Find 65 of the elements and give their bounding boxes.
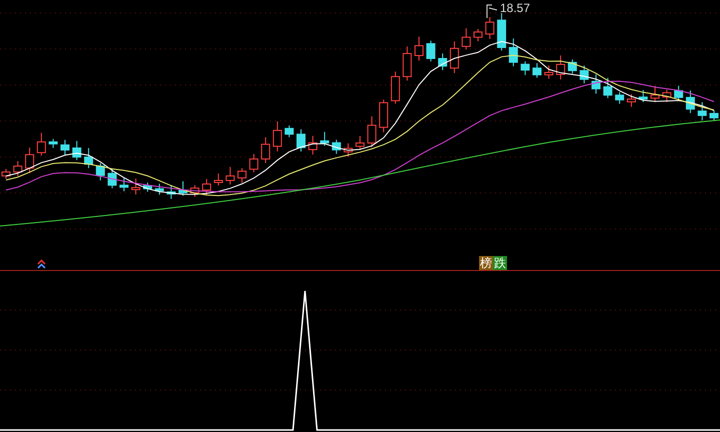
candlestick: [615, 92, 624, 104]
candlestick: [402, 46, 412, 82]
candlestick: [568, 58, 577, 74]
candlestick: [143, 182, 152, 192]
candlestick: [626, 94, 636, 108]
candlestick: [190, 184, 200, 198]
candlestick: [249, 154, 258, 173]
candlestick: [48, 138, 58, 148]
candlestick: [638, 90, 648, 103]
candlestick: [532, 62, 542, 78]
candlestick: [154, 183, 164, 196]
candlestick: [356, 136, 364, 150]
candlestick: [485, 16, 494, 40]
candlestick: [344, 142, 353, 158]
candlestick: [450, 40, 459, 74]
candlestick: [308, 135, 318, 156]
candlestick: [238, 168, 246, 184]
candlestick: [438, 53, 448, 71]
candlestick: [296, 128, 306, 152]
candlestick: [13, 160, 22, 176]
candlestick: [202, 178, 212, 196]
candlestick: [284, 124, 294, 138]
signal-tag: 跌: [493, 256, 507, 270]
double-chevron-up-icon: [37, 259, 46, 269]
high-marker-line: [486, 4, 498, 18]
candlestick: [84, 148, 94, 169]
candlestick: [108, 168, 117, 189]
candlestick: [698, 102, 707, 121]
candlestick: [414, 36, 424, 62]
candlestick: [25, 147, 34, 174]
candlestick: [674, 85, 684, 101]
candlestick: [178, 180, 188, 196]
candlestick: [662, 89, 672, 102]
candlestick: [60, 139, 70, 156]
candlestick: [320, 131, 330, 146]
candlestick: [367, 116, 376, 148]
candlestick: [650, 86, 660, 103]
candlestick: [603, 77, 612, 99]
candlestick: [580, 65, 589, 84]
candlestick: [272, 120, 282, 152]
candlestick: [508, 38, 518, 67]
candlestick: [710, 110, 718, 122]
candlestick: [226, 166, 235, 185]
candlestick: [166, 184, 176, 200]
candlestick: [592, 74, 600, 94]
candlestick: [520, 60, 530, 76]
candlestick: [556, 54, 566, 80]
candlestick: [474, 28, 482, 42]
candlestick: [426, 40, 436, 62]
candlestick: [36, 132, 46, 156]
candlestick: [332, 139, 341, 154]
candlestick: [120, 178, 128, 192]
candlestick: [497, 12, 506, 52]
candlestick: [390, 71, 400, 104]
high-price-label: 18.57: [500, 1, 530, 15]
candlestick: [462, 28, 471, 50]
candlestick: [131, 178, 140, 196]
candlestick: [72, 140, 82, 161]
candlestick: [544, 64, 554, 80]
candlestick: [96, 162, 105, 181]
candlestick: [686, 90, 695, 114]
candlestick: [214, 172, 223, 186]
candlestick: [261, 136, 270, 164]
candlestick: [379, 99, 388, 133]
signal-tag: 榜: [479, 256, 493, 270]
